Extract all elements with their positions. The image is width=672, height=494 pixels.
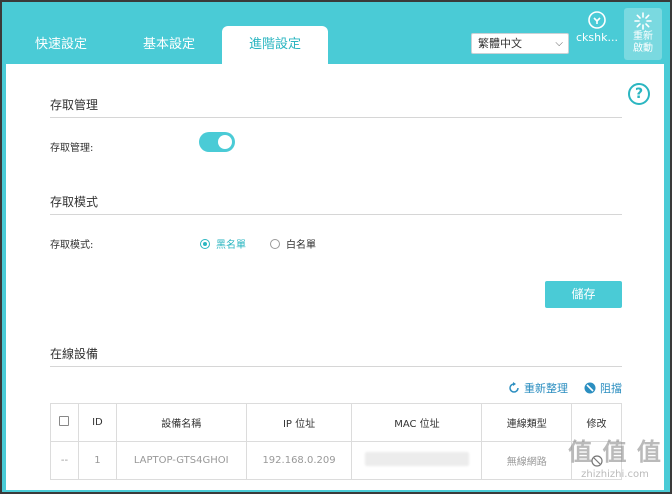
watermark-url: zhizhizhi.com [581, 469, 649, 480]
row-ip: 192.168.0.209 [245, 441, 353, 480]
account-icon [588, 11, 606, 29]
refresh-label: 重新整理 [524, 382, 568, 395]
access-management-toggle[interactable] [199, 132, 235, 152]
block-label: 阻擋 [600, 382, 622, 395]
watermark-logo: 值 值 值 [568, 438, 662, 466]
divider [50, 366, 622, 367]
account-label: ckshk... [576, 31, 618, 44]
radio-circle-checked [200, 239, 210, 249]
divider [50, 117, 622, 118]
row-connection-type: 無線網路 [481, 441, 573, 480]
block-button[interactable]: 阻擋 [584, 380, 622, 396]
column-header-ip: IP 位址 [245, 403, 353, 442]
help-icon[interactable]: ? [628, 83, 650, 105]
row-select-cell: -- [50, 441, 79, 480]
column-header-connection-type: 連線類型 [481, 403, 573, 442]
row-id: 1 [77, 441, 117, 480]
mac-blurred [364, 452, 469, 466]
table-header-row: ID 設備名稱 IP 位址 MAC 位址 連線類型 修改 [50, 403, 622, 442]
column-header-device-name: 設備名稱 [115, 403, 247, 442]
toggle-knob [218, 135, 232, 149]
row-mac [351, 441, 483, 480]
select-all-checkbox[interactable] [59, 416, 70, 426]
radio-blacklist[interactable]: 黑名單 [200, 236, 246, 251]
access-mode-label: 存取模式: [50, 240, 94, 251]
language-selected: 繁體中文 [478, 37, 522, 50]
reboot-button[interactable]: 重新啟動 [624, 8, 662, 60]
chevron-down-icon: ⌵ [555, 38, 563, 49]
top-header: 快速設定 基本設定 進階設定 繁體中文 ⌵ ckshk... 重新啟動 [0, 0, 672, 64]
reboot-label: 重新啟動 [633, 31, 653, 54]
language-select[interactable]: 繁體中文 ⌵ [471, 33, 569, 54]
section-title-access-management: 存取管理 [50, 98, 99, 112]
select-all-cell[interactable] [50, 403, 79, 442]
table-row: -- 1 LAPTOP-GTS4GHOI 192.168.0.209 無線網路 [50, 441, 622, 480]
tab-quick-setup[interactable]: 快速設定 [20, 26, 102, 64]
radio-whitelist-label: 白名單 [286, 240, 316, 251]
column-header-mac: MAC 位址 [351, 403, 483, 442]
row-device-name: LAPTOP-GTS4GHOI [115, 441, 247, 480]
watermark: 值 值 值 zhizhizhi.com [560, 432, 670, 492]
save-button[interactable]: 儲存 [545, 281, 622, 308]
column-header-id: ID [77, 403, 117, 442]
radio-circle [270, 239, 280, 249]
block-icon [584, 382, 596, 394]
radio-blacklist-label: 黑名單 [216, 240, 246, 251]
tab-basic-settings[interactable]: 基本設定 [128, 26, 210, 64]
divider [50, 214, 622, 215]
section-title-online-devices: 在線設備 [50, 347, 99, 361]
reboot-spinner-icon [634, 12, 652, 30]
tab-advanced-settings[interactable]: 進階設定 [222, 26, 328, 64]
refresh-icon [509, 382, 519, 393]
section-title-access-mode: 存取模式 [50, 195, 99, 209]
online-devices-table: ID 設備名稱 IP 位址 MAC 位址 連線類型 修改 -- 1 LAPTOP… [50, 403, 622, 480]
radio-whitelist[interactable]: 白名單 [270, 236, 316, 251]
refresh-button[interactable]: 重新整理 [508, 380, 568, 396]
access-management-label: 存取管理: [50, 143, 94, 154]
account-button[interactable]: ckshk... [576, 10, 618, 50]
